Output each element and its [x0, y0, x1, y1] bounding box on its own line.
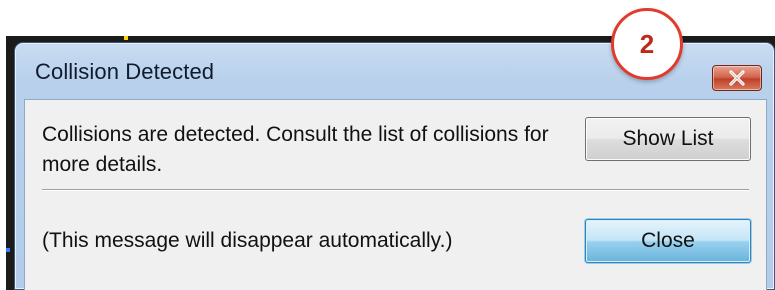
backdrop-artifact: [124, 36, 128, 40]
step-number-badge: 2: [611, 8, 683, 80]
backdrop-artifact: [6, 248, 10, 252]
dialog-title: Collision Detected: [35, 59, 215, 84]
screenshot-stage: Collision Detected Collisions are detect…: [0, 0, 775, 290]
auto-dismiss-note: (This message will disappear automatical…: [42, 229, 453, 252]
collision-detected-dialog: Collision Detected Collisions are detect…: [14, 42, 775, 290]
dialog-message: Collisions are detected. Consult the lis…: [42, 123, 549, 176]
close-icon: [729, 70, 745, 86]
dialog-divider: [42, 189, 749, 191]
dialog-client-area: Collisions are detected. Consult the lis…: [24, 99, 767, 290]
close-button[interactable]: Close: [585, 219, 751, 263]
title-close-button[interactable]: [712, 65, 762, 91]
show-list-button[interactable]: Show List: [585, 117, 751, 161]
